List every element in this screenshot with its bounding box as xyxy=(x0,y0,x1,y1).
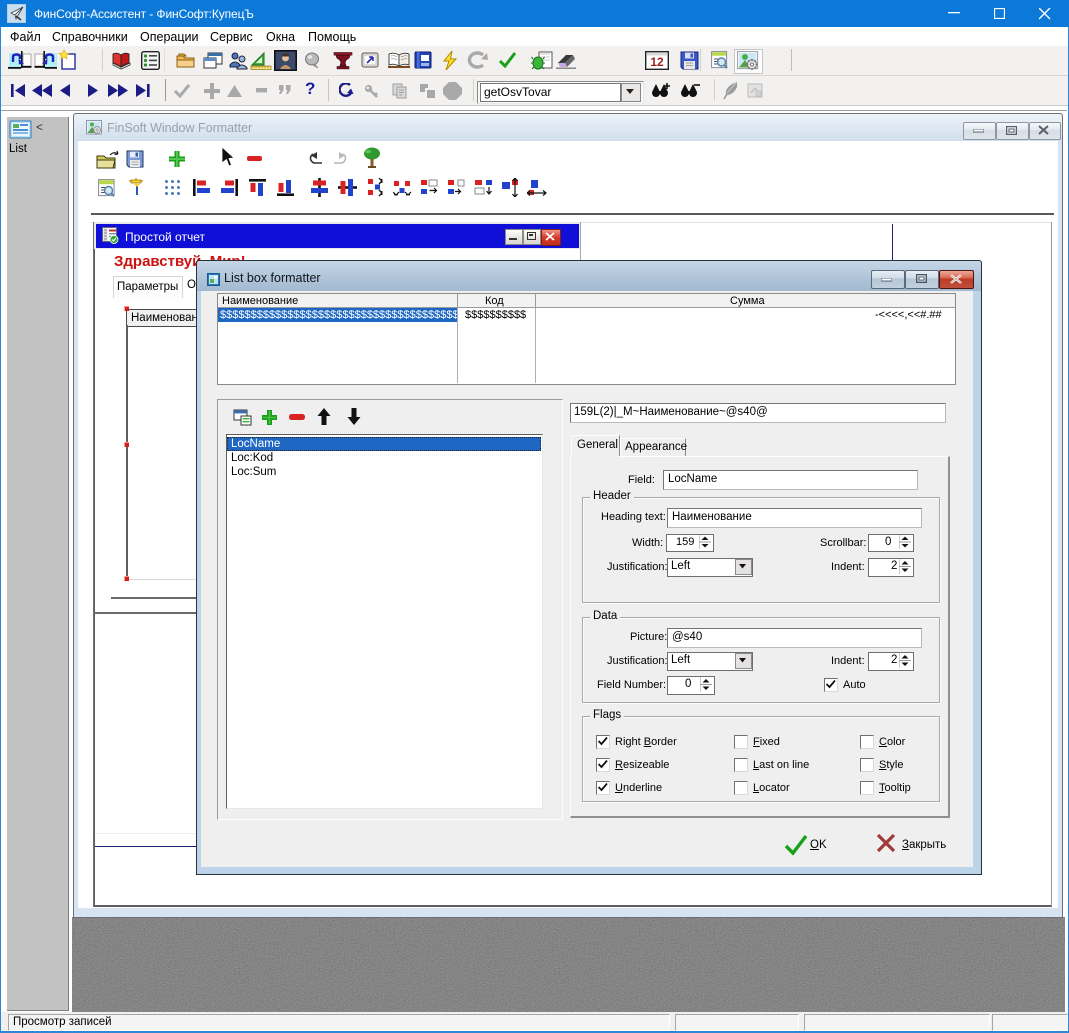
svg-text:12: 12 xyxy=(650,55,664,69)
